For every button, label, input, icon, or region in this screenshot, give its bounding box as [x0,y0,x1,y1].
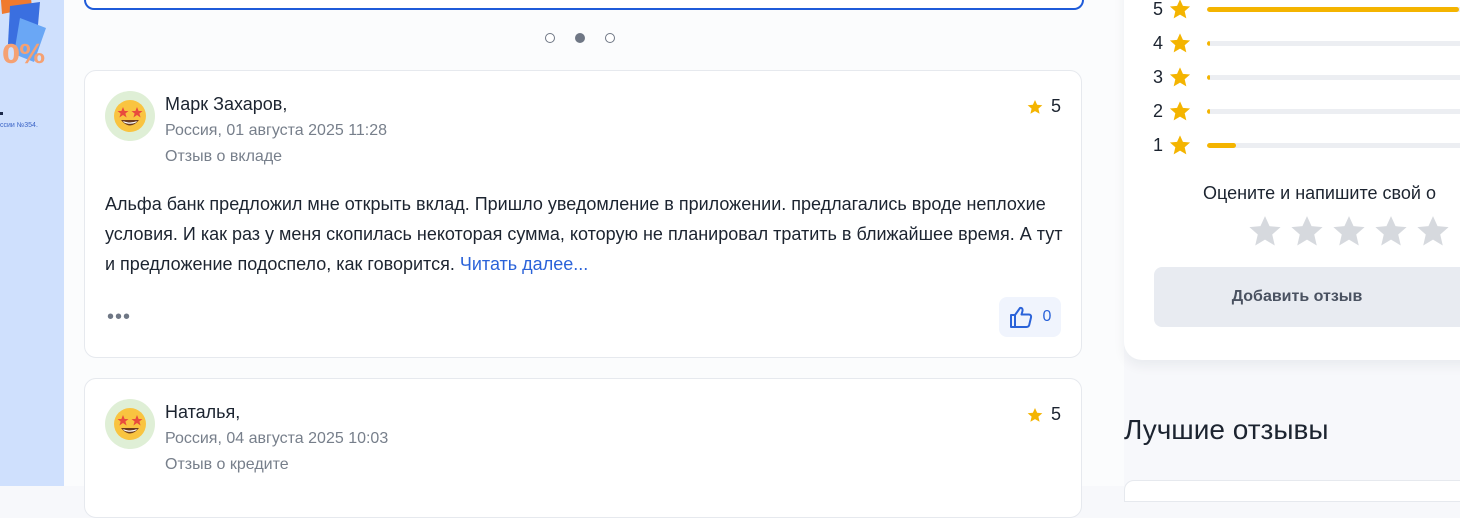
star-struck-emoji-icon [114,408,146,440]
read-more-link[interactable]: Читать далее... [460,254,588,274]
star-icon [1169,101,1191,121]
rating-row-2[interactable]: 2 [1153,99,1460,123]
thumbs-up-icon [1009,306,1032,328]
rating-row-4[interactable]: 4 [1153,31,1460,55]
review-author: Марк Захаров, [165,94,288,114]
rating-bar [1207,40,1460,46]
rating-row-1[interactable]: 1 [1153,133,1460,157]
star-icon [1027,407,1043,422]
like-count: 0 [1042,308,1052,325]
empty-star-icon[interactable] [1332,214,1366,248]
rating-row-3[interactable]: 3 [1153,65,1460,89]
star-icon [1169,67,1191,87]
star-rating-input[interactable] [1248,214,1450,248]
review-rating: 5 [1027,404,1061,425]
empty-star-icon[interactable] [1416,214,1450,248]
rate-prompt: Оцените и напишите свой о [1203,183,1436,203]
review-meta: Россия, 01 августа 2025 11:28 [165,122,388,139]
carousel-dot-1[interactable] [545,33,555,43]
review-topic: Отзыв о кредите [165,456,289,473]
best-review-card[interactable] [1124,480,1460,502]
review-rating: 5 [1027,96,1061,117]
review-topic: Отзыв о вкладе [165,148,283,165]
promo-banner[interactable]: 0% ссии №354. [0,0,64,486]
review-meta: Россия, 04 августа 2025 10:03 [165,430,389,447]
rating-row-label: 1 [1153,134,1164,155]
review-author: Наталья, [165,402,241,422]
avatar [105,399,155,449]
rating-bar-fill [1207,108,1210,114]
rating-row-label: 2 [1153,100,1164,121]
review-card: Наталья, Россия, 04 августа 2025 10:03 О… [84,378,1082,518]
add-review-button[interactable]: Добавить отзыв [1154,267,1460,327]
like-button[interactable]: 0 [999,297,1061,337]
carousel-dot-2[interactable] [575,33,585,43]
star-icon [1169,33,1191,53]
promo-fine-print: ссии №354. [0,122,38,129]
empty-star-icon[interactable] [1290,214,1324,248]
rating-bar-fill [1207,6,1460,12]
avatar [105,91,155,141]
rating-bar-fill [1207,142,1236,148]
carousel-card[interactable] [84,0,1084,10]
review-rating-value: 5 [1050,96,1061,116]
rating-bar [1207,108,1460,114]
carousel-dot-3[interactable] [605,33,615,43]
star-struck-emoji-icon [114,100,146,132]
rating-row-5[interactable]: 5 [1153,0,1460,21]
empty-star-icon[interactable] [1374,214,1408,248]
carousel-pagination [545,33,615,43]
star-icon [1027,99,1043,114]
rating-bar-fill [1207,40,1210,46]
rating-row-label: 5 [1153,0,1164,19]
review-text: Альфа банк предложил мне открыть вклад. … [105,189,1065,279]
review-card: Марк Захаров, Россия, 01 августа 2025 11… [84,70,1082,358]
review-rating-value: 5 [1050,404,1061,424]
star-icon [1169,135,1191,155]
promo-bullet [0,112,3,115]
rating-bar [1207,142,1460,148]
star-icon [1169,0,1191,19]
more-options-button[interactable]: ••• [107,307,131,327]
best-reviews-heading: Лучшие отзывы [1124,414,1329,445]
empty-star-icon[interactable] [1248,214,1282,248]
rating-row-label: 3 [1153,66,1164,87]
rating-bar-fill [1207,74,1210,80]
rating-bar [1207,6,1460,12]
rating-bar [1207,74,1460,80]
rating-row-label: 4 [1153,32,1164,53]
promo-percent: 0% [2,40,45,70]
